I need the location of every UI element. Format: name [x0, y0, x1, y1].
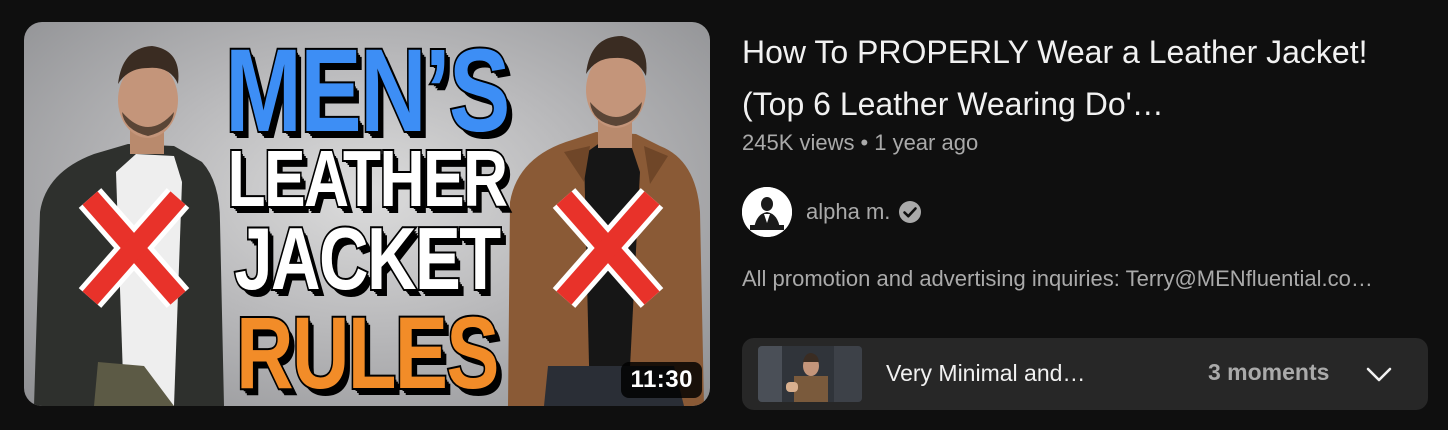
moments-count: 3 moments [1208, 359, 1330, 385]
meta-separator: • [860, 130, 869, 155]
channel-link[interactable]: alpha m. [742, 186, 922, 238]
video-title[interactable]: How To PROPERLY Wear a Leather Jacket! (… [742, 26, 1402, 130]
upload-age: 1 year ago [874, 130, 979, 155]
channel-name[interactable]: alpha m. [806, 199, 890, 225]
chevron-down-icon[interactable] [1364, 360, 1394, 388]
chapter-thumbnail [758, 346, 862, 402]
video-thumbnail[interactable]: MEN’S LEATHER JACKET RULES 11:30 [24, 22, 710, 406]
duration-badge: 11:30 [621, 362, 702, 398]
view-count: 245K views [742, 130, 855, 155]
video-result-card: MEN’S LEATHER JACKET RULES 11:30 How To … [0, 0, 1448, 430]
key-moments-bar[interactable]: Very Minimal and… 3 moments [742, 338, 1428, 410]
thumbnail-word-mens: MEN’S [224, 25, 512, 157]
verified-check-icon [899, 201, 922, 223]
thumbnail-word-leather: LEATHER [226, 134, 510, 223]
video-metadata: 245K views • 1 year ago [742, 130, 978, 156]
thumbnail-word-jacket: JACKET [233, 209, 503, 308]
chapter-title: Very Minimal and… [886, 360, 1086, 386]
thumbnail-word-rules: RULES [235, 296, 502, 406]
video-description-snippet: All promotion and advertising inquiries:… [742, 266, 1373, 291]
channel-avatar-icon[interactable] [742, 187, 792, 237]
